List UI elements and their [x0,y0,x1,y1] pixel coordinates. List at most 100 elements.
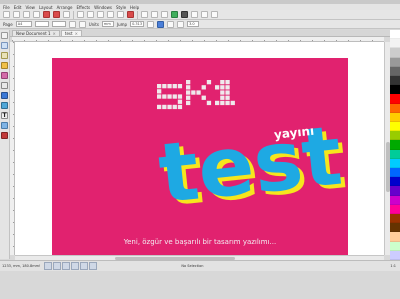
menu-style[interactable]: Style [116,5,126,10]
color-swatch[interactable] [390,186,400,196]
menu-edit[interactable]: Edit [14,5,22,10]
delete-icon[interactable] [127,11,134,18]
export-icon[interactable] [151,11,158,18]
polygon-tool-icon[interactable] [1,102,8,109]
cut-icon[interactable] [97,11,104,18]
color-swatch[interactable] [390,112,400,123]
property-bar: Page A4 Units mm Jump 0.313 3.0 [0,20,400,29]
color-swatch[interactable] [390,241,400,251]
status-bar: 1233, mm, 180.8mm! No Selection 1:1 [0,260,400,271]
zoom-page-icon[interactable] [181,11,188,18]
title-text: test [154,109,346,223]
import-icon[interactable] [141,11,148,18]
tab-new-document-1[interactable]: New Document 1 × [12,30,60,36]
paste-icon[interactable] [117,11,124,18]
tab-label: test [64,31,73,36]
color-swatch[interactable] [390,30,400,40]
zoom-out-icon[interactable] [191,11,198,18]
new-document-icon[interactable] [3,11,10,18]
menu-help[interactable]: Help [130,5,139,10]
snap-objects-icon[interactable] [167,20,175,28]
copy-icon[interactable] [107,11,114,18]
color-swatch[interactable] [390,94,400,104]
zoom-fit-icon[interactable] [171,11,178,18]
undo-icon[interactable] [77,11,84,18]
color-swatch[interactable] [390,168,400,178]
node-edit-tool-icon[interactable] [1,42,8,49]
cursor-coordinates: 1233, mm, 180.8mm! [2,264,41,268]
color-swatch[interactable] [390,223,400,233]
status-icons [44,262,98,270]
portrait-icon[interactable] [68,20,76,28]
menu-file[interactable]: File [3,5,10,10]
snap-guides-icon[interactable] [157,20,165,28]
menu-effects[interactable]: Effects [77,5,91,10]
close-icon[interactable]: × [75,31,78,36]
color-swatch[interactable] [390,195,400,205]
close-icon[interactable]: × [53,31,56,36]
objects-icon[interactable] [89,262,98,270]
print-icon[interactable] [63,11,70,18]
color-palette [390,30,400,261]
color-swatch[interactable] [390,122,400,132]
redo-icon[interactable] [87,11,94,18]
size-field[interactable]: 3.0 [187,21,200,27]
pdf-export-icon[interactable] [43,11,50,18]
menu-arrange[interactable]: Arrange [57,5,73,10]
outline-tool-icon[interactable] [1,132,8,139]
layers-icon[interactable] [53,262,62,270]
page-height-field[interactable] [51,21,66,27]
color-swatch[interactable] [390,232,400,242]
color-swatch[interactable] [390,250,400,261]
grid-icon[interactable] [62,262,71,270]
color-swatch[interactable] [390,131,400,141]
color-swatch[interactable] [390,214,400,224]
text-tool-icon[interactable]: T [1,112,8,119]
color-swatch[interactable] [390,140,400,150]
guides-icon[interactable] [71,262,80,270]
color-swatch[interactable] [390,76,400,86]
color-swatch[interactable] [390,149,400,159]
document-page[interactable]: test test yayını Yeni, özgür ve başarılı… [52,58,348,260]
save-icon[interactable] [23,11,30,18]
snap-grid-icon[interactable] [147,20,155,28]
zoom-in-icon[interactable] [161,11,168,18]
fill-tool-icon[interactable] [1,122,8,129]
menu-view[interactable]: View [25,5,35,10]
zoom-selection-icon[interactable] [201,11,208,18]
snap-page-icon[interactable] [177,20,185,28]
color-swatch[interactable] [390,158,400,169]
color-swatch[interactable] [390,85,400,95]
page-format-select[interactable]: A4 [15,21,32,27]
page-icon[interactable] [44,262,53,270]
landscape-icon[interactable] [78,20,86,28]
close-file-icon[interactable] [53,11,60,18]
color-swatch[interactable] [390,57,400,67]
units-select[interactable]: mm [101,21,114,27]
bezier-tool-icon[interactable] [1,72,8,79]
save-as-icon[interactable] [33,11,40,18]
color-swatch[interactable] [390,48,400,58]
drawing-canvas[interactable]: test test yayını Yeni, özgür ve başarılı… [15,42,384,260]
color-swatch[interactable] [390,177,400,187]
test-title-graphic: test test yayını [154,109,348,226]
selection-status: No Selection [181,264,204,268]
color-swatch[interactable] [390,39,400,49]
menu-layout[interactable]: Layout [39,5,53,10]
color-swatch[interactable] [390,66,400,77]
jump-field[interactable]: 0.313 [130,21,145,27]
snap-icon[interactable] [80,262,89,270]
menu-windows[interactable]: Windows [94,5,112,10]
preferences-icon[interactable] [211,11,218,18]
jump-label: Jump [116,21,128,27]
color-swatch[interactable] [390,103,400,113]
tab-test[interactable]: test × [60,30,82,36]
ellipse-tool-icon[interactable] [1,92,8,99]
rectangle-tool-icon[interactable] [1,82,8,89]
page-width-field[interactable] [34,21,49,27]
zoom-tool-icon[interactable] [1,52,8,59]
color-swatch[interactable] [390,204,400,215]
open-file-icon[interactable] [13,11,20,18]
pencil-tool-icon[interactable] [1,62,8,69]
selector-tool-icon[interactable] [1,32,8,39]
